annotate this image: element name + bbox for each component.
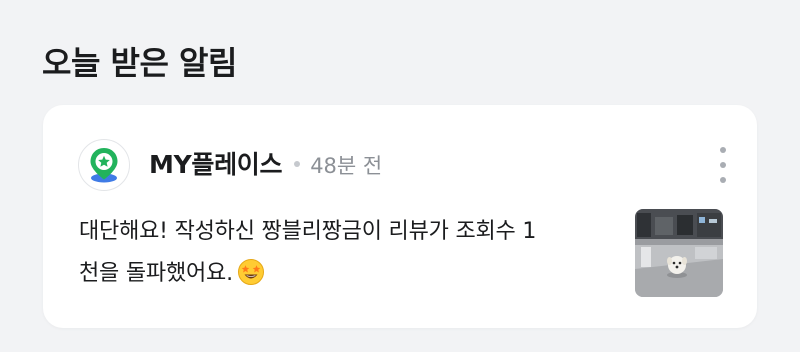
notification-message: 대단해요! 작성하신 짱블리짱금이 리뷰가 조회수 1 천을 돌파했어요. (79, 211, 619, 301)
app-logo (78, 139, 130, 191)
more-dot (720, 162, 726, 168)
more-vertical-icon (720, 147, 726, 153)
section-title: 오늘 받은 알림 (42, 44, 237, 82)
more-dot (720, 177, 726, 183)
app-name: MY플레이스 (149, 150, 283, 179)
notification-header: MY플레이스 48분 전 (149, 145, 382, 181)
notification-card[interactable]: MY플레이스 48분 전 대단해요! 작성하신 짱블리짱금이 리뷰가 조회수 1… (43, 105, 757, 328)
separator-dot (294, 161, 301, 167)
review-photo-image (635, 209, 723, 297)
map-pin-star-icon (90, 148, 118, 183)
more-options-button[interactable] (711, 147, 735, 183)
message-line-2-wrap: 천을 돌파했어요. (79, 253, 619, 301)
star-struck-emoji-icon (237, 258, 265, 301)
time-ago: 48분 전 (310, 154, 383, 178)
notifications-page: 오늘 받은 알림 MY플레이스 48분 전 대단해요! 작성하신 짱블리짱금이 … (0, 0, 800, 352)
message-line-2: 천을 돌파했어요. (79, 261, 233, 286)
message-line-1: 대단해요! 작성하신 짱블리짱금이 리뷰가 조회수 1 (79, 219, 537, 244)
review-thumbnail[interactable] (635, 209, 723, 297)
